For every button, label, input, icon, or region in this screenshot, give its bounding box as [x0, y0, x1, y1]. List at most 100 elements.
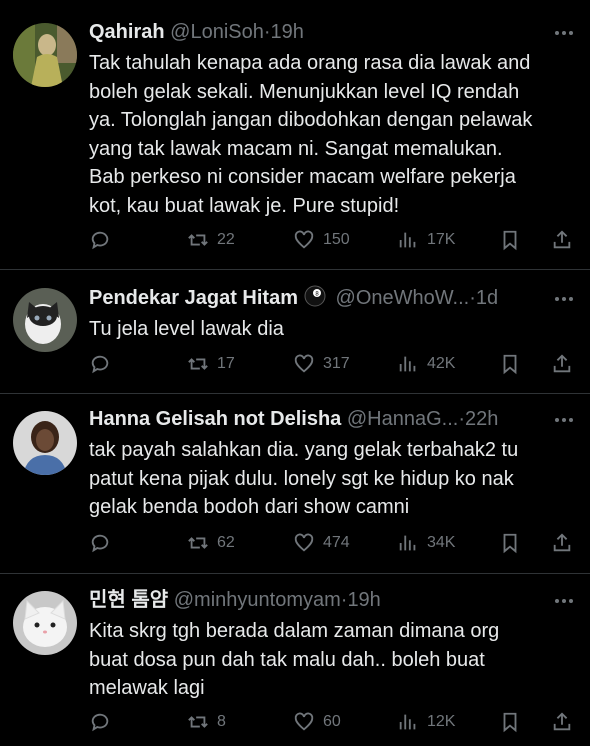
- share-icon: [553, 230, 571, 249]
- repost-count: 62: [217, 534, 235, 551]
- reply-icon: [91, 231, 109, 250]
- bookmark-button[interactable]: [499, 350, 521, 378]
- separator: ·: [469, 287, 476, 309]
- handle[interactable]: @minhyuntomyam: [174, 589, 341, 611]
- like-icon: [294, 712, 314, 731]
- views-count: 34K: [427, 534, 456, 551]
- bookmark-icon: [503, 533, 517, 554]
- handle[interactable]: @OneWhoW...: [336, 287, 470, 309]
- display-name[interactable]: Pendekar Jagat Hitam: [89, 287, 298, 309]
- reply-icon: [91, 713, 109, 732]
- views-button[interactable]: 34K: [397, 529, 455, 557]
- handle[interactable]: @LoniSoh: [170, 21, 264, 43]
- reply-button[interactable]: [89, 708, 119, 736]
- views-count: 12K: [427, 713, 456, 730]
- like-icon: [294, 354, 314, 373]
- bookmark-button[interactable]: [499, 226, 521, 254]
- repost-count: 8: [217, 713, 226, 730]
- views-button[interactable]: 42K: [397, 350, 455, 378]
- like-count: 474: [323, 534, 350, 551]
- like-button[interactable]: 150: [293, 226, 350, 254]
- timestamp[interactable]: 1d: [476, 287, 498, 309]
- more-icon[interactable]: [552, 408, 576, 432]
- timestamp[interactable]: 22h: [465, 408, 498, 430]
- reply-icon: [91, 534, 109, 553]
- repost-icon: [188, 716, 208, 728]
- views-button[interactable]: 12K: [397, 708, 455, 736]
- more-icon[interactable]: [552, 287, 576, 311]
- views-count: 42K: [427, 355, 456, 372]
- bookmark-button[interactable]: [499, 529, 521, 557]
- display-name[interactable]: Hanna Gelisah not Delisha: [89, 408, 341, 430]
- action-bar: 17 317 42K: [89, 350, 583, 378]
- share-button[interactable]: [551, 350, 573, 378]
- views-button[interactable]: 17K: [397, 226, 455, 254]
- action-bar: 8 60 12K: [89, 708, 583, 736]
- repost-count: 17: [217, 355, 235, 372]
- reply-button[interactable]: [89, 350, 119, 378]
- reply-button[interactable]: [89, 226, 119, 254]
- separator: ·: [458, 408, 465, 430]
- 8-ball-emoji-icon: 8: [304, 285, 326, 313]
- tweet[interactable]: 민현 톰얌 @minhyuntomyam·19h Kita skrg tgh b…: [0, 574, 590, 746]
- tweet-header: 민현 톰얌 @minhyuntomyam·19h: [89, 585, 540, 615]
- like-count: 150: [323, 231, 350, 248]
- share-icon: [553, 533, 571, 552]
- tweet-text: Tak tahulah kenapa ada orang rasa dia la…: [89, 52, 533, 217]
- tweet[interactable]: Pendekar Jagat Hitam 8 @OneWhoW...·1d Tu …: [0, 270, 590, 394]
- handle[interactable]: @HannaG...: [347, 408, 458, 430]
- reply-feed: Qahirah @LoniSoh·19h Tak tahulah kenapa …: [0, 0, 590, 746]
- tweet[interactable]: Hanna Gelisah not Delisha @HannaG...·22h…: [0, 394, 590, 574]
- like-button[interactable]: 60: [293, 708, 341, 736]
- timestamp[interactable]: 19h: [347, 589, 380, 611]
- avatar[interactable]: [13, 591, 77, 655]
- bookmark-button[interactable]: [499, 708, 521, 736]
- like-count: 60: [323, 713, 341, 730]
- tweet-text: Kita skrg tgh berada dalam zaman dimana …: [89, 620, 500, 699]
- reply-button[interactable]: [89, 529, 119, 557]
- reply-icon: [91, 355, 109, 374]
- share-button[interactable]: [551, 708, 573, 736]
- bookmark-icon: [503, 354, 517, 375]
- repost-icon: [188, 537, 208, 549]
- tweet-text: Tu jela level lawak dia: [89, 318, 284, 340]
- views-icon: [399, 232, 416, 248]
- views-icon: [399, 356, 416, 372]
- like-icon: [294, 230, 314, 249]
- repost-icon: [188, 234, 208, 246]
- more-icon[interactable]: [552, 589, 576, 613]
- views-icon: [399, 535, 416, 551]
- repost-button[interactable]: 17: [187, 350, 235, 378]
- repost-button[interactable]: 8: [187, 708, 226, 736]
- repost-button[interactable]: 62: [187, 529, 235, 557]
- share-icon: [553, 712, 571, 731]
- bookmark-icon: [503, 712, 517, 733]
- avatar[interactable]: [13, 288, 77, 352]
- avatar[interactable]: [13, 411, 77, 475]
- repost-icon: [188, 358, 208, 370]
- more-icon[interactable]: [552, 21, 576, 45]
- timestamp[interactable]: 19h: [271, 21, 304, 43]
- separator: ·: [263, 21, 271, 43]
- repost-button[interactable]: 22: [187, 226, 235, 254]
- like-button[interactable]: 317: [293, 350, 350, 378]
- share-icon: [553, 354, 571, 373]
- tweet-header: Hanna Gelisah not Delisha @HannaG...·22h: [89, 404, 540, 434]
- action-bar: 62 474 34K: [89, 529, 583, 557]
- views-count: 17K: [427, 231, 456, 248]
- avatar[interactable]: [13, 23, 77, 87]
- tweet-header: Pendekar Jagat Hitam 8 @OneWhoW...·1d: [89, 283, 540, 313]
- display-name[interactable]: Qahirah: [89, 21, 165, 43]
- like-icon: [294, 533, 314, 552]
- views-icon: [399, 714, 416, 730]
- tweet[interactable]: Qahirah @LoniSoh·19h Tak tahulah kenapa …: [0, 0, 590, 270]
- share-button[interactable]: [551, 226, 573, 254]
- repost-count: 22: [217, 231, 235, 248]
- tweet-text: tak payah salahkan dia. yang gelak terba…: [89, 439, 519, 518]
- bookmark-icon: [503, 230, 517, 251]
- share-button[interactable]: [551, 529, 573, 557]
- display-name[interactable]: 민현 톰얌: [89, 589, 168, 611]
- tweet-header: Qahirah @LoniSoh·19h: [89, 17, 540, 47]
- like-button[interactable]: 474: [293, 529, 350, 557]
- action-bar: 22 150 17K: [89, 226, 583, 254]
